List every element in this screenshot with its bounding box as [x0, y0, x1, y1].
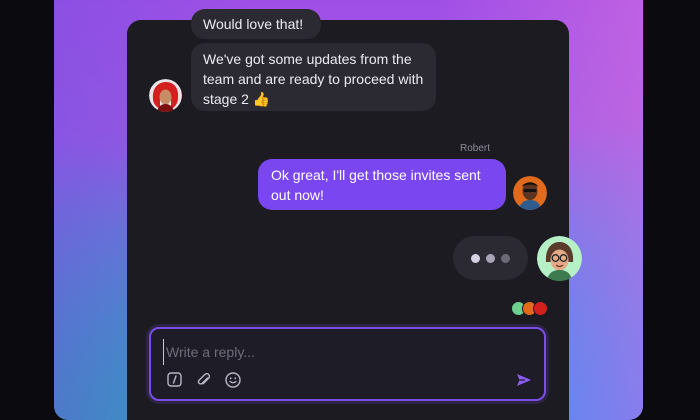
seen-by-avatar	[533, 301, 548, 316]
typing-dot	[501, 254, 510, 263]
message-text: Would love that!	[203, 16, 304, 32]
typing-indicator	[453, 236, 528, 280]
attachment-icon[interactable]	[195, 371, 213, 389]
slash-command-icon[interactable]	[166, 371, 184, 389]
message-text: Ok great, I'll get those invites sent ou…	[271, 167, 481, 203]
incoming-message-bubble: Would love that!	[191, 9, 321, 39]
incoming-message-bubble: We've got some updates from the team and…	[191, 43, 436, 111]
robert-avatar[interactable]	[513, 176, 547, 210]
send-icon[interactable]	[515, 371, 533, 389]
sender-name: Robert	[460, 143, 491, 154]
typing-dot	[486, 254, 495, 263]
typing-participant-avatar[interactable]	[537, 236, 582, 281]
message-text: We've got some updates from the team and…	[203, 51, 424, 107]
emoji-icon[interactable]	[224, 371, 242, 389]
reply-composer	[149, 327, 546, 401]
participant-avatar[interactable]	[149, 79, 182, 112]
typing-dot	[471, 254, 480, 263]
reply-input[interactable]	[163, 339, 528, 365]
outgoing-message-bubble: Ok great, I'll get those invites sent ou…	[258, 159, 506, 210]
